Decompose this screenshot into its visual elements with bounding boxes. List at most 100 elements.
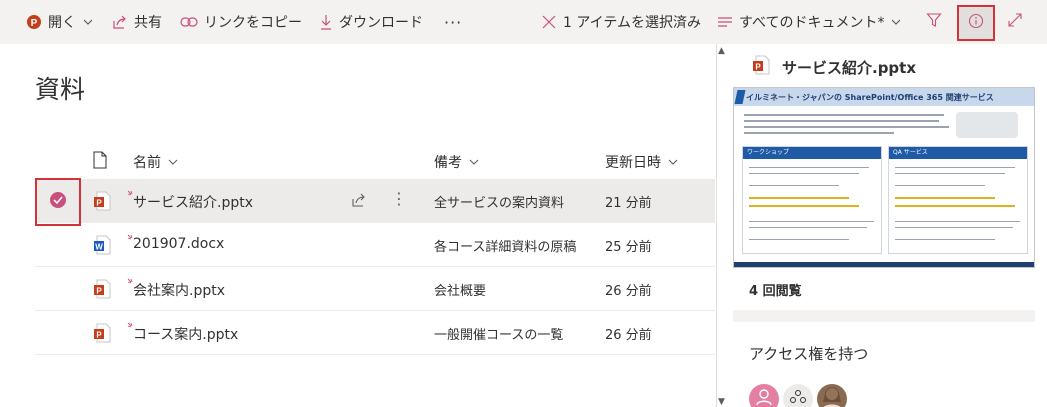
modified-column-header[interactable]: 更新日時: [605, 146, 679, 178]
table-row[interactable]: P サービス紹介.pptx ⋮ 全サービスの案内資料 21 分前: [35, 179, 715, 223]
thumbnail-box: QA サービス: [888, 146, 1028, 254]
svg-text:P: P: [96, 199, 102, 208]
view-label: すべてのドキュメント*: [739, 15, 885, 31]
info-icon: [968, 13, 984, 33]
copy-link-label: リンクをコピー: [204, 15, 302, 31]
thumbnail-text-line: [744, 126, 949, 128]
expand-button[interactable]: [1007, 0, 1023, 44]
modified-cell: 26 分前: [605, 284, 652, 299]
document-icon: [93, 151, 107, 173]
chevron-down-icon: [82, 16, 94, 28]
note-cell: 全サービスの案内資料: [434, 196, 565, 211]
thumbnail-text-line: [749, 197, 849, 199]
user-photo-icon: [817, 384, 847, 407]
download-button[interactable]: ダウンロード: [319, 0, 423, 44]
avatar[interactable]: [749, 384, 779, 407]
file-name-link[interactable]: コース案内.pptx: [133, 324, 238, 344]
modified-cell: 26 分前: [605, 328, 652, 343]
thumbnail-text-line: [895, 197, 995, 199]
expand-icon: [1007, 12, 1023, 32]
svg-text:P: P: [96, 331, 102, 340]
svg-text:P: P: [755, 63, 761, 72]
name-column-header[interactable]: 名前: [133, 146, 179, 178]
filter-button[interactable]: [926, 0, 942, 44]
note-cell: 一般開催コースの一覧: [434, 328, 564, 343]
table-row[interactable]: W 201907.docx 各コース詳細資料の原稿 25 分前: [35, 223, 715, 267]
table-row[interactable]: P コース案内.pptx 一般開催コースの一覧 26 分前: [35, 311, 715, 355]
share-label: 共有: [134, 15, 162, 31]
avatar[interactable]: [817, 384, 847, 407]
powerpoint-file-icon: P: [93, 279, 111, 303]
svg-text:P: P: [96, 287, 102, 296]
person-icon: [756, 388, 772, 407]
chevron-down-icon: [667, 156, 679, 168]
modified-cell: 25 分前: [605, 240, 652, 255]
thumbnail-text-line: [749, 185, 839, 186]
access-heading: アクセス権を持つ: [749, 345, 869, 363]
table-row[interactable]: P 会社案内.pptx 会社概要 26 分前: [35, 267, 715, 311]
file-name-link[interactable]: 201907.docx: [133, 236, 224, 252]
scroll-up-icon[interactable]: ▲: [718, 46, 725, 56]
open-button[interactable]: P 開く: [26, 0, 94, 44]
avatar[interactable]: [783, 384, 813, 407]
svg-text:W: W: [95, 243, 103, 252]
copy-link-button[interactable]: リンクをコピー: [180, 0, 302, 44]
link-icon: [180, 15, 198, 29]
chevron-down-icon: [890, 16, 902, 28]
thumbnail-text-line: [744, 114, 944, 116]
access-avatars: [749, 384, 851, 407]
thumbnail-box-heading: QA サービス: [889, 147, 1027, 159]
row-select-checkbox[interactable]: [35, 178, 81, 226]
note-cell: 会社概要: [434, 284, 487, 299]
file-name-link[interactable]: サービス紹介.pptx: [133, 192, 253, 212]
thumbnail-title-band: イルミネート・ジャパンの SharePoint/Office 365 関連サービ…: [734, 88, 1034, 106]
row-share-icon[interactable]: [351, 192, 367, 212]
file-thumbnail[interactable]: イルミネート・ジャパンの SharePoint/Office 365 関連サービ…: [733, 87, 1035, 268]
cloud-lock-icon: [956, 112, 1018, 138]
share-button[interactable]: 共有: [112, 0, 162, 44]
share-icon: [112, 14, 128, 30]
thumbnail-box-heading: ワークショップ: [743, 147, 881, 159]
svg-text:P: P: [31, 18, 38, 29]
powerpoint-file-icon: P: [93, 191, 111, 215]
powerpoint-file-icon: P: [752, 55, 770, 79]
chevron-down-icon: [468, 156, 480, 168]
thumbnail-text-line: [749, 227, 867, 228]
more-actions-button[interactable]: ···: [444, 0, 462, 44]
thumbnail-text-line: [895, 167, 1015, 168]
modified-column-label: 更新日時: [605, 155, 661, 171]
thumbnail-title: イルミネート・ジャパンの SharePoint/Office 365 関連サービ…: [746, 92, 994, 102]
file-name-link[interactable]: 会社案内.pptx: [133, 280, 225, 300]
thumbnail-text-line: [749, 239, 849, 240]
list-view-icon: [717, 15, 733, 29]
command-bar: P 開く 共有 リンクをコピー ダウンロード ··· 1 アイテムを選択済み す…: [0, 0, 1047, 44]
note-cell: 各コース詳細資料の原稿: [434, 240, 577, 255]
powerpoint-open-icon: P: [26, 14, 42, 30]
download-label: ダウンロード: [339, 15, 423, 31]
name-column-label: 名前: [133, 155, 161, 171]
thumbnail-text-line: [749, 221, 874, 222]
checkmark-icon: [49, 191, 67, 213]
open-label: 開く: [48, 15, 76, 31]
clear-selection-button[interactable]: 1 アイテムを選択済み: [541, 0, 701, 44]
thumbnail-text-line: [895, 221, 1020, 222]
file-type-column-header[interactable]: [93, 146, 107, 178]
selection-count-label: 1 アイテムを選択済み: [563, 15, 701, 31]
more-label: ···: [444, 12, 463, 32]
scroll-down-icon[interactable]: ▼: [718, 397, 725, 407]
view-count: 4 回閲覧: [749, 284, 802, 299]
thumbnail-footer: [734, 262, 1034, 267]
note-column-header[interactable]: 備考: [434, 146, 480, 178]
view-switcher[interactable]: すべてのドキュメント*: [717, 0, 902, 44]
thumbnail-text-line: [744, 120, 939, 122]
logo-icon: [734, 90, 746, 104]
thumbnail-text-line: [895, 227, 1013, 228]
info-pane-button[interactable]: [957, 5, 995, 41]
thumbnail-text-line: [749, 167, 869, 168]
details-file-header: P サービス紹介.pptx: [752, 55, 916, 79]
thumbnail-text-line: [749, 173, 859, 174]
row-more-icon[interactable]: ⋮: [391, 189, 407, 208]
thumbnail-box: ワークショップ: [742, 146, 882, 254]
chevron-down-icon: [167, 156, 179, 168]
group-icon: [789, 388, 807, 407]
